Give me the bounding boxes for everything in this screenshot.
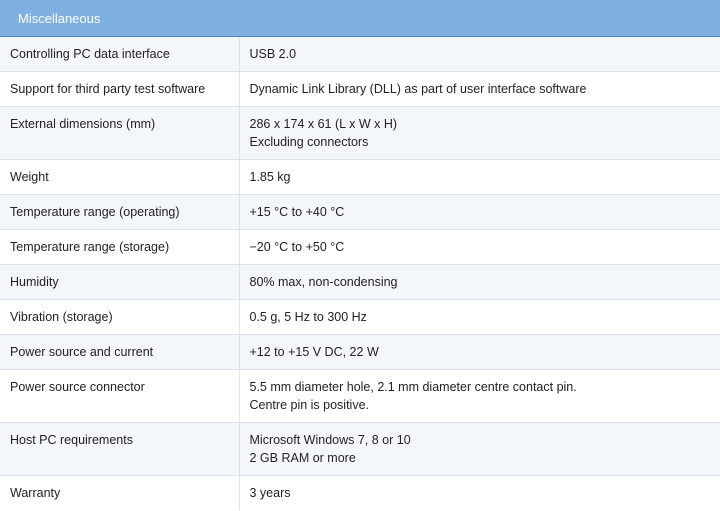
spec-value-line: Centre pin is positive. — [249, 398, 370, 412]
spec-value-line: 286 x 174 x 61 (L x W x H) — [249, 117, 398, 131]
spec-value-line: USB 2.0 — [249, 47, 297, 61]
spec-label: Warranty — [10, 486, 61, 500]
spec-label-cell: External dimensions (mm) — [0, 106, 240, 160]
spec-value-line: 0.5 g, 5 Hz to 300 Hz — [249, 310, 367, 324]
table-row: Host PC requirements Microsoft Windows 7,… — [0, 422, 720, 476]
table-row: Support for third party test software Dyn… — [0, 71, 720, 107]
spec-value-cell: 286 x 174 x 61 (L x W x H) Excluding conn… — [239, 106, 720, 160]
spec-label-cell: Controlling PC data interface — [0, 36, 240, 72]
spec-value-cell: USB 2.0 — [239, 36, 720, 72]
spec-label: Temperature range (storage) — [10, 240, 170, 254]
spec-value-line: 2 GB RAM or more — [249, 451, 356, 465]
table-row: Vibration (storage) 0.5 g, 5 Hz to 300 Hz — [0, 299, 720, 335]
spec-label: Temperature range (operating) — [10, 205, 180, 219]
spec-value-line: Dynamic Link Library (DLL) as part of us… — [249, 82, 587, 96]
spec-value-cell: −20 °C to +50 °C — [239, 229, 720, 265]
spec-value-cell: 1.85 kg — [239, 159, 720, 195]
table-row: External dimensions (mm) 286 x 174 x 61 (… — [0, 106, 720, 160]
spec-label-cell: Host PC requirements — [0, 422, 240, 476]
spec-label-cell: Temperature range (storage) — [0, 229, 240, 265]
spec-label: Support for third party test software — [10, 82, 206, 96]
spec-value-line: 1.85 kg — [249, 170, 291, 184]
spec-label: Power source and current — [10, 345, 154, 359]
table-row: Temperature range (storage) −20 °C to +50… — [0, 229, 720, 265]
table-row: Temperature range (operating) +15 °C to +… — [0, 194, 720, 230]
spec-rows: Controlling PC data interface USB 2.0 Supp… — [0, 36, 720, 510]
spec-value-line: +15 °C to +40 °C — [249, 205, 345, 219]
spec-value-cell: +12 to +15 V DC, 22 W — [239, 334, 720, 370]
spec-value-cell: +15 °C to +40 °C — [239, 194, 720, 230]
spec-label-cell: Power source connector — [0, 369, 240, 423]
spec-label: External dimensions (mm) — [10, 117, 156, 131]
spec-label: Controlling PC data interface — [10, 47, 170, 61]
table-row: Power source and current +12 to +15 V DC,… — [0, 334, 720, 370]
spec-label: Vibration (storage) — [10, 310, 113, 324]
spec-value-cell: 5.5 mm diameter hole, 2.1 mm diameter ce… — [239, 369, 720, 423]
spec-value-cell: 80% max, non-condensing — [239, 264, 720, 300]
spec-label: Humidity — [10, 275, 59, 289]
section-title: Miscellaneous — [0, 0, 720, 37]
table-row: Controlling PC data interface USB 2.0 — [0, 36, 720, 72]
specifications-table: Miscellaneous Controlling PC data interf… — [0, 0, 720, 510]
spec-label-cell: Power source and current — [0, 334, 240, 370]
spec-value-line: Microsoft Windows 7, 8 or 10 — [249, 433, 411, 447]
spec-value-line: Excluding connectors — [249, 135, 369, 149]
spec-value-line: −20 °C to +50 °C — [249, 240, 345, 254]
spec-value-cell: 3 years — [239, 475, 720, 510]
spec-value-line: 5.5 mm diameter hole, 2.1 mm diameter ce… — [249, 380, 577, 394]
spec-label-cell: Warranty — [0, 475, 240, 510]
table-header-row: Miscellaneous — [0, 0, 720, 37]
spec-label-cell: Temperature range (operating) — [0, 194, 240, 230]
spec-label: Weight — [10, 170, 49, 184]
table-row: Power source connector 5.5 mm diameter ho… — [0, 369, 720, 423]
spec-label-cell: Vibration (storage) — [0, 299, 240, 335]
spec-label-cell: Weight — [0, 159, 240, 195]
table-row: Warranty 3 years — [0, 475, 720, 510]
spec-label-cell: Humidity — [0, 264, 240, 300]
spec-label: Host PC requirements — [10, 433, 133, 447]
spec-value-cell: Dynamic Link Library (DLL) as part of us… — [239, 71, 720, 107]
spec-label-cell: Support for third party test software — [0, 71, 240, 107]
table-row: Humidity 80% max, non-condensing — [0, 264, 720, 300]
spec-label: Power source connector — [10, 380, 145, 394]
spec-value-line: 3 years — [249, 486, 291, 500]
table-row: Weight 1.85 kg — [0, 159, 720, 195]
spec-value-line: +12 to +15 V DC, 22 W — [249, 345, 379, 359]
spec-value-line: 80% max, non-condensing — [249, 275, 398, 289]
spec-value-cell: Microsoft Windows 7, 8 or 10 2 GB RAM or … — [239, 422, 720, 476]
spec-value-cell: 0.5 g, 5 Hz to 300 Hz — [239, 299, 720, 335]
